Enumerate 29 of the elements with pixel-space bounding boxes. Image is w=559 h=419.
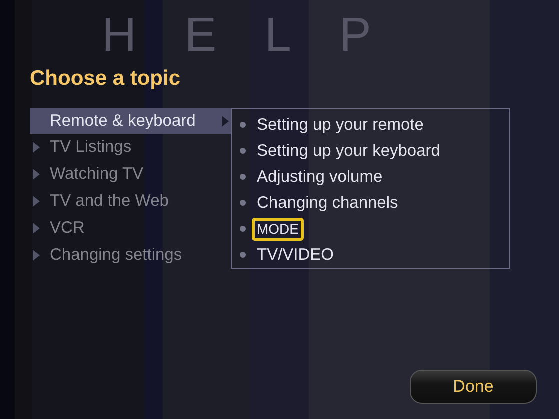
triangle-icon — [33, 169, 40, 180]
bullet-icon — [240, 174, 246, 180]
topic-item[interactable]: Remote & keyboard — [30, 108, 231, 134]
bullet-icon — [240, 122, 246, 128]
subtopic-item[interactable]: TV/VIDEO — [252, 242, 340, 268]
triangle-icon — [33, 142, 40, 153]
triangle-icon — [222, 116, 229, 126]
topic-item[interactable]: Watching TV — [30, 161, 231, 188]
topic-item[interactable]: TV Listings — [30, 134, 231, 161]
page-title: Choose a topic — [29, 66, 181, 92]
subtopic-item[interactable]: Adjusting volume — [252, 164, 388, 190]
bullet-icon — [240, 252, 246, 258]
subtopic-item[interactable]: Setting up your keyboard — [252, 138, 446, 164]
bullet-icon — [240, 200, 246, 206]
watermark-letter: L — [264, 12, 292, 58]
subtopic-item[interactable]: Setting up your remote — [252, 112, 429, 138]
done-button[interactable]: Done — [410, 370, 537, 404]
triangle-icon — [33, 223, 40, 234]
subtopic-item[interactable]: MODE — [252, 218, 304, 240]
topic-item[interactable]: VCR — [30, 215, 231, 242]
triangle-icon — [33, 250, 40, 261]
bullet-icon — [240, 148, 246, 154]
topic-item[interactable]: Changing settings — [30, 242, 231, 269]
watermark-letter: E — [184, 12, 217, 58]
bullet-icon — [240, 226, 246, 232]
topic-item[interactable]: TV and the Web — [30, 188, 231, 215]
triangle-icon — [33, 196, 40, 207]
watermark-letter: H — [102, 12, 137, 58]
subtopic-item[interactable]: Changing channels — [252, 190, 404, 216]
